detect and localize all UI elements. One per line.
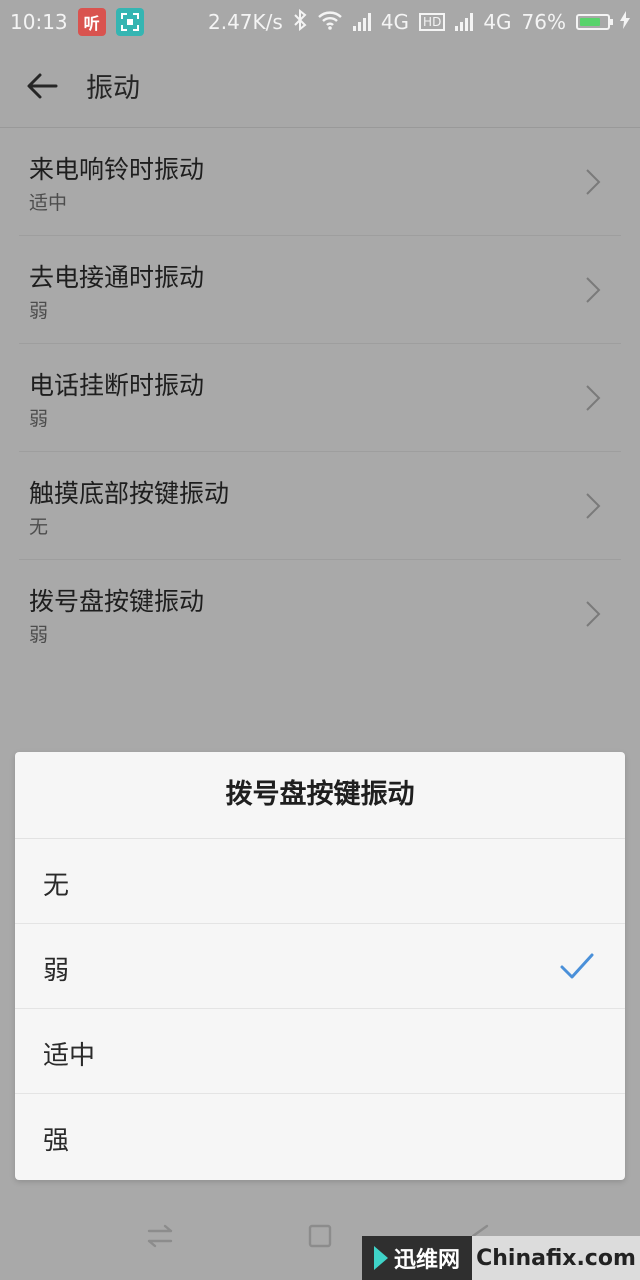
- chevron-right-icon: [586, 169, 601, 195]
- chevron-right-icon: [586, 385, 601, 411]
- listen-app-icon: 听: [77, 8, 106, 36]
- vibration-level-dialog: 拨号盘按键振动 无 弱 适中 强: [15, 752, 625, 1180]
- setting-value: 弱: [29, 408, 49, 430]
- setting-title: 去电接通时振动: [29, 263, 205, 292]
- chevron-right-icon: [586, 601, 601, 627]
- setting-title: 触摸底部按键振动: [29, 479, 230, 508]
- option-weak[interactable]: 弱: [15, 924, 625, 1009]
- setting-value: 弱: [29, 624, 49, 646]
- setting-row-dialpad-keys[interactable]: 拨号盘按键振动 弱: [19, 560, 621, 668]
- watermark-logo: 迅维网 Chinafix.com: [362, 1236, 640, 1280]
- network-type-2: 4G: [483, 10, 512, 34]
- setting-value: 弱: [29, 300, 49, 322]
- status-time: 10:13: [10, 10, 68, 34]
- option-none[interactable]: 无: [15, 839, 625, 924]
- page-title: 振动: [86, 73, 140, 104]
- signal-icon-2: [455, 13, 474, 31]
- setting-row-hangup[interactable]: 电话挂断时振动 弱: [19, 344, 621, 452]
- app-header: 振动: [0, 44, 640, 128]
- switch-arrows-icon[interactable]: [138, 1214, 182, 1258]
- setting-row-outgoing-connect[interactable]: 去电接通时振动 弱: [19, 236, 621, 344]
- setting-title: 电话挂断时振动: [29, 371, 205, 400]
- battery-percent: 76%: [521, 10, 566, 34]
- option-label: 无: [43, 871, 70, 901]
- signal-icon-1: [352, 13, 371, 31]
- setting-row-incoming-ring[interactable]: 来电响铃时振动 适中: [19, 128, 621, 236]
- setting-row-bottom-keys[interactable]: 触摸底部按键振动 无: [19, 452, 621, 560]
- watermark-arrow-icon: [374, 1246, 388, 1270]
- option-medium[interactable]: 适中: [15, 1009, 625, 1094]
- setting-value: 无: [29, 516, 49, 538]
- listen-app-label: 听: [83, 14, 100, 33]
- network-speed: 2.47K/s: [208, 10, 283, 34]
- chevron-right-icon: [586, 277, 601, 303]
- network-type-1: 4G: [380, 10, 410, 34]
- chevron-right-icon: [586, 493, 601, 519]
- vibration-settings-list: 来电响铃时振动 适中 去电接通时振动 弱 电话挂断时振动 弱 触摸底部按键振动 …: [0, 128, 640, 668]
- status-bar: 10:13 听 2.47K/s 4G HD 4G 76%: [0, 0, 640, 44]
- option-label: 适中: [43, 1041, 96, 1071]
- watermark-left-text: 迅维网: [394, 1248, 461, 1273]
- option-label: 弱: [43, 956, 70, 986]
- option-label: 强: [43, 1126, 70, 1156]
- battery-icon: [576, 14, 613, 30]
- hd-voice-badge: HD: [419, 13, 446, 31]
- setting-title: 来电响铃时振动: [29, 155, 205, 184]
- wifi-icon: [317, 10, 343, 35]
- checkmark-icon: [560, 953, 594, 979]
- watermark-right-text: Chinafix.com: [472, 1236, 640, 1280]
- option-strong[interactable]: 强: [15, 1094, 625, 1179]
- dialog-title: 拨号盘按键振动: [15, 752, 625, 839]
- setting-title: 拨号盘按键振动: [29, 587, 205, 616]
- bluetooth-icon: [293, 8, 307, 36]
- watermark-left: 迅维网: [362, 1236, 472, 1280]
- scanner-icon: [115, 8, 144, 36]
- back-arrow-icon[interactable]: [12, 56, 72, 116]
- setting-value: 适中: [29, 192, 68, 214]
- charging-icon: [620, 10, 630, 34]
- home-square-icon[interactable]: [298, 1214, 342, 1258]
